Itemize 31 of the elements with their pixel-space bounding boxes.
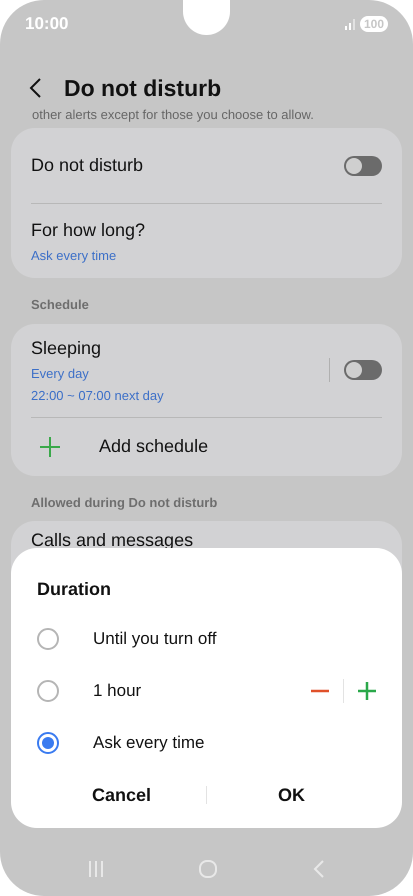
setting-label: For how long? [31,218,146,242]
add-schedule-button[interactable]: Add schedule [31,418,382,476]
dialog-button[interactable]: OK [207,775,376,815]
option-label[interactable]: Ask every time [93,730,376,756]
plus-icon[interactable] [358,682,376,700]
back-icon[interactable] [28,77,42,99]
radio-button[interactable] [37,628,59,650]
intro-text: other alerts except for those you choose to allow. [32,108,314,122]
plus-icon [39,436,61,458]
setting-label: Calls and messages [31,530,194,550]
battery-level: 100 [360,16,388,32]
toggle-switch[interactable] [344,360,382,380]
option-label[interactable]: 1 hour [93,678,311,704]
page-title: Do not disturb [64,74,222,103]
radio-button[interactable] [37,732,59,754]
setting-value: Ask every time [31,246,118,265]
camera-notch [183,0,230,35]
option-label[interactable]: Until you turn off [93,626,376,652]
status-time: 10:00 [25,13,68,36]
dialog-button[interactable]: Cancel [37,775,206,815]
toggle-switch[interactable] [344,156,382,176]
schedule-time: 22:00 ~ 07:00 next day [31,386,164,405]
signal-icon [344,18,356,30]
setting-label: Do not disturb [31,154,144,177]
dialog-title: Duration [37,578,112,601]
section-heading: Schedule [30,296,90,314]
section-heading: Allowed during Do not disturb [30,494,218,512]
schedule-name: Sleeping [31,337,102,360]
schedule-days: Every day [31,364,164,384]
radio-button[interactable] [37,680,59,702]
minus-icon[interactable] [311,689,329,693]
